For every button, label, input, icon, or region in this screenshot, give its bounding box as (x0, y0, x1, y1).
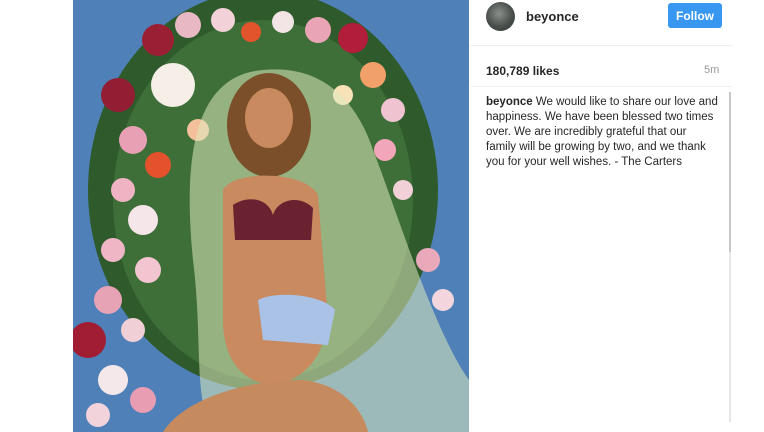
post-username[interactable]: beyonce (526, 9, 579, 24)
likes-count[interactable]: 180,789 likes (486, 64, 559, 78)
header-divider (470, 45, 732, 46)
post-time[interactable]: 5m (704, 64, 719, 76)
post-photo (73, 0, 469, 432)
follow-button[interactable]: Follow (668, 3, 722, 28)
post-caption: beyonce We would like to share our love … (486, 95, 718, 170)
comments-scroll-thumb[interactable] (729, 92, 731, 252)
post-image[interactable] (73, 0, 469, 432)
post-header: beyonce Follow (470, 0, 732, 34)
post-sidebar: beyonce Follow 180,789 likes 5m beyonce … (470, 0, 732, 432)
avatar-icon[interactable] (486, 2, 515, 31)
likes-divider (470, 86, 732, 87)
caption-username[interactable]: beyonce (486, 96, 533, 108)
